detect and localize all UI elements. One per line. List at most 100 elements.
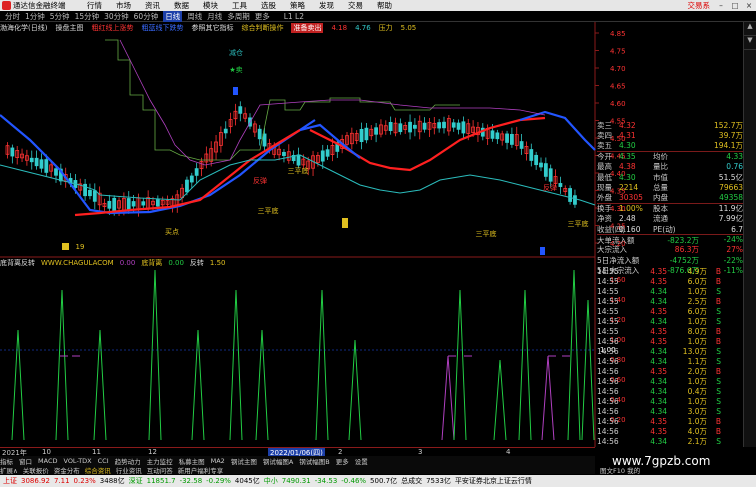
candle-body bbox=[573, 195, 577, 205]
tick-cell: S bbox=[716, 396, 721, 406]
fund-flow-row: 大单流入额 -823.2万 -24% bbox=[597, 234, 743, 245]
quote-row: 最高 4.38 量比 0.76 bbox=[597, 162, 743, 172]
tick-cell: 4.35 bbox=[650, 266, 667, 276]
signal-star-label: ★卖 bbox=[229, 66, 242, 74]
indicator-tab[interactable]: 主力监控 bbox=[147, 456, 173, 466]
indicator-spike bbox=[453, 289, 467, 441]
tick-cell: 14:56 bbox=[597, 366, 619, 376]
quote-cell: 30305 bbox=[619, 193, 643, 203]
quote-cell: 6.7 bbox=[731, 224, 743, 234]
tick-row: 14:56 4.34 3.0万 S bbox=[597, 406, 743, 416]
signal-triple-bottom-1: 三平底 bbox=[288, 166, 309, 175]
indicator-tab[interactable]: 私募主图 bbox=[179, 456, 205, 466]
tick-cell: 4.34 bbox=[650, 296, 667, 306]
tick-row: 14:55 4.34 1.0万 S bbox=[597, 286, 743, 296]
indicator-tab[interactable]: 设置 bbox=[355, 456, 368, 466]
tick-row: 14:55 4.35 4.9万 B bbox=[597, 266, 743, 276]
extension-tab[interactable]: 资金分布 bbox=[54, 465, 80, 475]
candle-body bbox=[461, 121, 466, 134]
fund-flow-pct: 27% bbox=[726, 245, 743, 255]
quote-row: 今开 4.35 均价 4.33 bbox=[597, 151, 743, 161]
quote-cell: 0.160 bbox=[619, 224, 641, 234]
candle-body bbox=[398, 123, 403, 133]
tick-cell: S bbox=[716, 316, 721, 326]
candle-body bbox=[509, 133, 514, 145]
tick-cell: S bbox=[716, 376, 721, 386]
indicator-tabs: 指标 窗口 MACD VOL-TDX CCI 趋势动力 主力监控 私募主图 MA2 钢试主图 钢试幅… bbox=[0, 456, 595, 465]
extension-tab[interactable]: 关联报价 bbox=[23, 465, 49, 475]
ma-blue-down-line-2 bbox=[299, 123, 361, 159]
extension-tab[interactable]: 扩展∧ bbox=[0, 465, 18, 475]
extension-tab[interactable]: 综合资讯 bbox=[85, 465, 111, 475]
indicator-spike bbox=[191, 329, 205, 441]
indicator-tab[interactable]: 钢试幅图A bbox=[263, 456, 293, 466]
fund-flow-pct: -22% bbox=[723, 255, 743, 265]
indicator-tab[interactable]: 指标 bbox=[0, 456, 13, 466]
quote-cell: 现量 bbox=[597, 183, 612, 193]
tick-cell: 4.34 bbox=[650, 356, 667, 366]
sme-index-name[interactable]: 中小 bbox=[264, 476, 278, 486]
indicator-tab[interactable]: 窗口 bbox=[19, 456, 32, 466]
sz-index-change: -32.58 bbox=[179, 477, 203, 485]
tick-cell: S bbox=[716, 436, 721, 446]
tick-cell: 4.35 bbox=[650, 326, 667, 336]
candle-body bbox=[558, 183, 563, 187]
side-button-1[interactable]: ▲ bbox=[744, 22, 756, 36]
quote-row: 卖五 4.30 194.1万 bbox=[597, 141, 743, 151]
candle-body bbox=[548, 168, 553, 182]
tick-cell: 4.34 bbox=[650, 396, 667, 406]
tick-cell: B bbox=[715, 266, 721, 276]
quote-cell: 1.00% bbox=[619, 204, 643, 214]
candle-body bbox=[34, 157, 39, 167]
indicator-tab[interactable]: 钢试幅图B bbox=[299, 456, 329, 466]
extension-tab[interactable]: 新用户福利专享 bbox=[178, 465, 224, 475]
sz-index-name[interactable]: 深证 bbox=[129, 476, 143, 486]
side-button-2[interactable]: ▼ bbox=[744, 36, 756, 50]
tick-row: 14:56 4.35 1.0万 B bbox=[597, 336, 743, 346]
tick-cell: 4.34 bbox=[650, 406, 667, 416]
indicator-name[interactable]: 底背离反转 bbox=[0, 258, 35, 268]
fund-flow-value: 86.3万 bbox=[674, 245, 699, 255]
tick-cell: 4.34 bbox=[650, 286, 667, 296]
candle-body bbox=[505, 133, 509, 143]
tick-cell: 4.34 bbox=[650, 316, 667, 326]
indicator-title: 底背离反转 WWW.CHAGULACOM 0.00 底背离 0.00 反转 1.… bbox=[0, 258, 595, 268]
fund-flow-pct: -24% bbox=[723, 235, 743, 245]
indicator-tab[interactable]: 趋势动力 bbox=[115, 456, 141, 466]
tick-list[interactable]: 14:55 4.35 4.9万 B 14:55 4.35 6.0万 B 14:55 4.34 1.0… bbox=[597, 266, 743, 446]
tick-cell: 4.35 bbox=[650, 276, 667, 286]
quote-cell: 51.5亿 bbox=[718, 172, 743, 182]
candle-body bbox=[39, 159, 44, 169]
indicator-tab[interactable]: VOL-TDX bbox=[63, 457, 91, 465]
indicator-tab[interactable]: MACD bbox=[38, 457, 57, 465]
tick-cell: B bbox=[715, 366, 721, 376]
sh-index-name[interactable]: 上证 bbox=[3, 476, 17, 486]
tick-cell: 4.35 bbox=[650, 336, 667, 346]
quote-cell: 4.30 bbox=[619, 141, 636, 151]
lines-layer: 减仓★卖三平底三平底三平底三平底反弹反弹买点19 bbox=[0, 39, 596, 255]
tick-cell: 14:56 bbox=[597, 356, 619, 366]
side-toolbar[interactable]: ▲ ▼ bbox=[743, 22, 756, 447]
candle-body bbox=[141, 201, 146, 206]
fund-flow-row: 大宗流入 86.3万 27% bbox=[597, 245, 743, 255]
quote-cell: 收益(四) bbox=[597, 224, 626, 234]
indicator-tab[interactable]: MA2 bbox=[211, 457, 225, 465]
candle-body bbox=[490, 130, 495, 139]
quote-cell: 4.30 bbox=[619, 172, 636, 182]
extension-tab[interactable]: 行业资讯 bbox=[116, 465, 142, 475]
extension-tab[interactable]: 互动问答 bbox=[147, 465, 173, 475]
indicator-tab[interactable]: 更多 bbox=[336, 456, 349, 466]
candle-body bbox=[422, 122, 427, 130]
tick-row: 14:55 4.35 6.0万 S bbox=[597, 306, 743, 316]
indicator-spike bbox=[55, 289, 69, 441]
candle-body bbox=[320, 150, 325, 162]
quote-top-area bbox=[600, 24, 742, 120]
total-turnover-label: 总成交 bbox=[401, 477, 423, 485]
indicator-tab[interactable]: CCI bbox=[98, 457, 109, 465]
indicator-tab[interactable]: 钢试主图 bbox=[231, 456, 257, 466]
sz-index-pct: -0.29% bbox=[206, 477, 231, 485]
status-news[interactable]: 平安证券北京上证云行情 bbox=[455, 476, 532, 486]
candle-body bbox=[534, 154, 539, 166]
time-axis-label: 12 bbox=[148, 448, 157, 456]
quote-cell: 4.32 bbox=[619, 120, 636, 130]
